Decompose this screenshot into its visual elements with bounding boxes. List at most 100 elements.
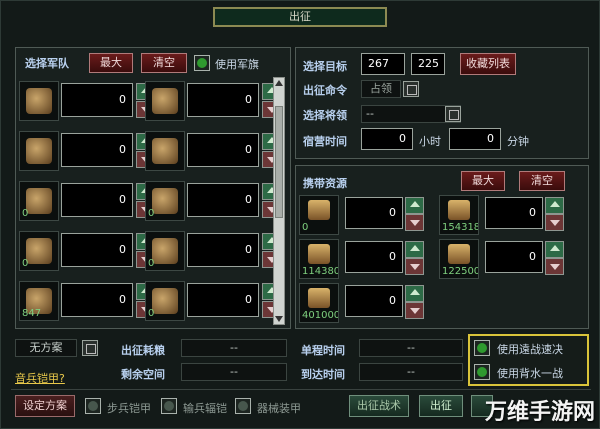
troop-amount-input[interactable]: 0 — [187, 83, 259, 117]
increase-arrow-icon[interactable] — [405, 285, 424, 302]
general-label: 选择将领 — [303, 109, 347, 122]
grain-icon — [308, 200, 330, 220]
resource-slot-2: 114380 — [299, 239, 339, 279]
march-button[interactable]: 出征 — [419, 395, 463, 417]
transport-armor-checkbox[interactable] — [161, 398, 177, 414]
shield-icon — [26, 188, 52, 214]
troop-slot-0[interactable] — [19, 81, 59, 121]
resource-amount-input[interactable]: 0 — [345, 285, 403, 317]
resource-max-button[interactable]: 最大 — [461, 171, 505, 191]
troop-clear-button[interactable]: 清空 — [141, 53, 187, 73]
troop-amount-input[interactable]: 0 — [61, 133, 133, 167]
troop-max-button[interactable]: 最大 — [89, 53, 133, 73]
sword-icon — [26, 138, 52, 164]
general-dropdown-icon[interactable] — [445, 106, 461, 122]
resource-slot-3: 122500 — [439, 239, 479, 279]
decrease-arrow-icon[interactable] — [405, 214, 424, 231]
troop-slot-9[interactable]: 0 — [145, 281, 185, 321]
scroll-up-icon[interactable] — [275, 80, 283, 86]
window-title: 出征 — [213, 7, 387, 27]
troop-slot-6[interactable]: 0 — [19, 231, 59, 271]
troop-owned-count: 0 — [148, 308, 155, 319]
troop-slot-5[interactable]: 0 — [145, 181, 185, 221]
command-select[interactable]: 占领 — [361, 80, 401, 98]
troop-slot-4[interactable]: 0 — [19, 181, 59, 221]
troop-owned-count: 847 — [22, 308, 42, 319]
plan-dropdown-icon[interactable] — [82, 340, 98, 356]
troop-amount-input[interactable]: 0 — [61, 83, 133, 117]
decrease-arrow-icon[interactable] — [405, 302, 424, 319]
command-label: 出征命令 — [303, 84, 347, 97]
transport-armor-label: 输兵辐铠 — [183, 402, 227, 415]
troop-slot-2[interactable] — [19, 131, 59, 171]
infantry-armor-checkbox[interactable] — [85, 398, 101, 414]
troop-scrollbar[interactable] — [273, 77, 285, 325]
troop-slot-8[interactable]: 847 — [19, 281, 59, 321]
horse-icon — [26, 238, 52, 264]
scroll-thumb[interactable] — [275, 106, 283, 218]
troop-slot-7[interactable]: 0 — [145, 231, 185, 271]
resource-amount-input[interactable]: 0 — [345, 241, 403, 273]
resource-amount-input[interactable]: 0 — [485, 241, 543, 273]
plan-select[interactable]: 无方案 — [15, 339, 77, 357]
resource-amount-input[interactable]: 0 — [345, 197, 403, 229]
siege-armor-checkbox[interactable] — [235, 398, 251, 414]
halberd-icon — [152, 138, 178, 164]
decrease-arrow-icon[interactable] — [545, 214, 564, 231]
troop-amount-input[interactable]: 0 — [187, 133, 259, 167]
camp-minutes-input[interactable]: 0 — [449, 128, 501, 150]
armor-help-link[interactable]: 音兵铠甲? — [15, 370, 65, 386]
troop-amount-input[interactable]: 0 — [61, 233, 133, 267]
troop-heading: 选择军队 — [25, 57, 69, 70]
tactics-button[interactable]: 出征战术 — [349, 395, 409, 417]
set-plan-button[interactable]: 设定方案 — [15, 395, 75, 417]
infantry-armor-label: 步兵铠甲 — [107, 402, 151, 415]
increase-arrow-icon[interactable] — [405, 241, 424, 258]
increase-arrow-icon[interactable] — [545, 241, 564, 258]
backwater-option-checkbox[interactable] — [474, 364, 490, 380]
ranged-option-checkbox[interactable] — [474, 340, 490, 356]
iron-icon — [448, 244, 470, 264]
troop-amount-input[interactable]: 0 — [187, 283, 259, 317]
command-dropdown-icon[interactable] — [403, 81, 419, 97]
decrease-arrow-icon[interactable] — [545, 258, 564, 275]
space-value: -- — [181, 363, 287, 381]
resource-owned-count: 154318 — [442, 222, 479, 233]
increase-arrow-icon[interactable] — [405, 197, 424, 214]
resource-slot-4: 401000 — [299, 283, 339, 323]
decrease-arrow-icon[interactable] — [405, 258, 424, 275]
troop-amount-input[interactable]: 0 — [187, 183, 259, 217]
troop-amount-input[interactable]: 0 — [187, 233, 259, 267]
one-way-value: -- — [359, 339, 463, 357]
resource-slot-1: 154318 — [439, 195, 479, 235]
trident-icon — [152, 88, 178, 114]
troop-owned-count: 0 — [22, 208, 29, 219]
armored-horse-icon — [152, 238, 178, 264]
march-window: 出征 选择军队 最大 清空 使用军旗 0 0 0 0 0 0 0 0 0 0 0… — [0, 0, 600, 429]
arrival-value: -- — [359, 363, 463, 381]
stone-icon — [308, 244, 330, 264]
troop-owned-count: 0 — [148, 208, 155, 219]
troop-slot-3[interactable] — [145, 131, 185, 171]
select-target-label: 选择目标 — [303, 60, 347, 73]
scroll-down-icon[interactable] — [275, 316, 283, 322]
bottom-divider — [11, 389, 591, 390]
use-flag-checkbox[interactable] — [194, 55, 210, 71]
spear-icon — [26, 88, 52, 114]
troop-amount-input[interactable]: 0 — [61, 283, 133, 317]
increase-arrow-icon[interactable] — [545, 197, 564, 214]
resource-clear-button[interactable]: 清空 — [519, 171, 565, 191]
favorites-button[interactable]: 收藏列表 — [460, 53, 516, 75]
wood-icon — [448, 200, 470, 220]
cost-label: 出征耗粮 — [121, 344, 165, 357]
troop-slot-1[interactable] — [145, 81, 185, 121]
resource-owned-count: 0 — [302, 222, 309, 233]
troop-owned-count: 0 — [148, 258, 155, 269]
troop-amount-input[interactable]: 0 — [61, 183, 133, 217]
camp-hours-input[interactable]: 0 — [361, 128, 413, 150]
target-y-input[interactable]: 225 — [411, 53, 445, 75]
bow-icon — [152, 188, 178, 214]
target-x-input[interactable]: 267 — [361, 53, 405, 75]
resource-owned-count: 122500 — [442, 266, 479, 277]
resource-amount-input[interactable]: 0 — [485, 197, 543, 229]
